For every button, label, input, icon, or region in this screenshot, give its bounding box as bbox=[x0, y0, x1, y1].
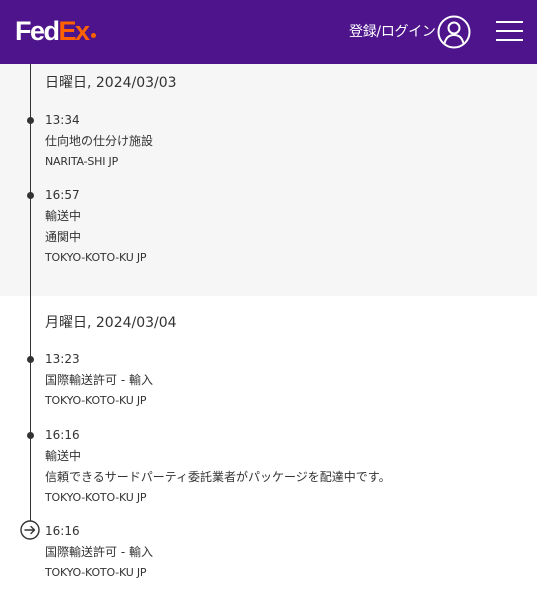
logo-dot bbox=[90, 33, 96, 38]
timeline-event: 16:57 輸送中 通関中 TOKYO-KOTO-KU JP bbox=[45, 188, 525, 265]
timeline-event: 16:16 輸送中 信頼できるサードパーティ委託業者がパッケージを配達中です。 … bbox=[45, 428, 525, 505]
timeline-dot bbox=[27, 432, 34, 439]
event-time: 16:57 bbox=[45, 188, 80, 202]
logo-fed-text: Fed bbox=[15, 16, 60, 46]
arrow-right-circle-icon bbox=[20, 520, 40, 540]
timeline-dot bbox=[27, 192, 34, 199]
event-status: 国際輸送許可 - 輸入 bbox=[45, 545, 153, 559]
event-location: TOKYO-KOTO-KU JP bbox=[45, 394, 147, 407]
timeline-event: 13:34 仕向地の仕分け施設 NARITA-SHI JP bbox=[45, 113, 525, 169]
event-status-detail: 通関中 bbox=[45, 230, 82, 244]
day-heading: 月曜日, 2024/03/04 bbox=[45, 315, 177, 331]
logo-ex-text: Ex bbox=[58, 16, 91, 46]
login-link[interactable]: 登録/ログイン bbox=[349, 22, 436, 42]
event-location: TOKYO-KOTO-KU JP bbox=[45, 251, 147, 264]
user-circle-icon[interactable] bbox=[437, 15, 471, 49]
event-time: 13:34 bbox=[45, 113, 80, 127]
event-time: 13:23 bbox=[45, 352, 80, 366]
event-status: 輸送中 bbox=[45, 209, 82, 223]
event-location: NARITA-SHI JP bbox=[45, 155, 119, 168]
event-status: 仕向地の仕分け施設 bbox=[45, 134, 154, 148]
event-time: 16:16 bbox=[45, 428, 80, 442]
timeline-dot bbox=[27, 117, 34, 124]
event-location: TOKYO-KOTO-KU JP bbox=[45, 491, 147, 504]
event-time: 16:16 bbox=[45, 524, 80, 538]
timeline-dot bbox=[27, 356, 34, 363]
site-header: FedEx 登録/ログイン bbox=[0, 0, 537, 64]
timeline-line bbox=[30, 64, 31, 532]
hamburger-menu-icon[interactable] bbox=[496, 19, 523, 43]
event-status: 国際輸送許可 - 輸入 bbox=[45, 373, 153, 387]
day-heading: 日曜日, 2024/03/03 bbox=[45, 75, 177, 91]
event-location: TOKYO-KOTO-KU JP bbox=[45, 566, 147, 579]
event-status: 輸送中 bbox=[45, 449, 82, 463]
timeline-event: 13:23 国際輸送許可 - 輸入 TOKYO-KOTO-KU JP bbox=[45, 352, 525, 408]
event-status-detail: 信頼できるサードパーティ委託業者がパッケージを配達中です。 bbox=[45, 470, 391, 484]
timeline-event: 16:16 国際輸送許可 - 輸入 TOKYO-KOTO-KU JP bbox=[45, 524, 525, 580]
fedex-logo[interactable]: FedEx bbox=[15, 16, 96, 46]
